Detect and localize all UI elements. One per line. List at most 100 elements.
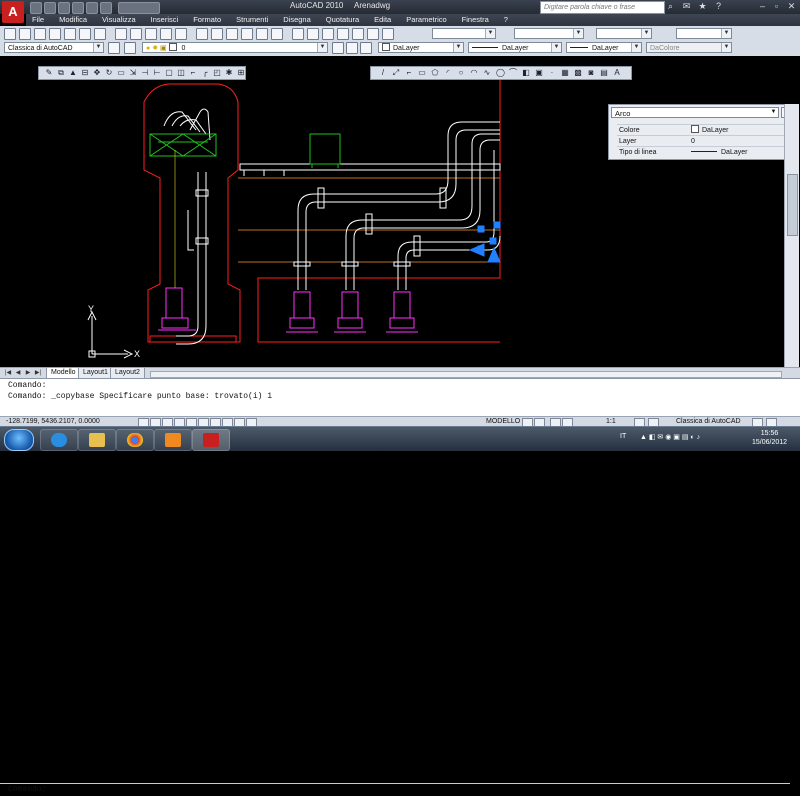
paste-icon[interactable]	[145, 28, 157, 40]
start-button[interactable]	[4, 429, 34, 451]
taskbar-app-outlook[interactable]	[154, 429, 192, 451]
move-icon[interactable]: ✥	[93, 69, 101, 77]
lengthen-icon[interactable]: ⊞	[237, 69, 245, 77]
new-icon[interactable]	[4, 28, 16, 40]
revision-cloud-icon[interactable]: ◠	[470, 69, 478, 77]
sheet-set-icon[interactable]	[337, 28, 349, 40]
publish-icon[interactable]	[79, 28, 91, 40]
cut-icon[interactable]	[115, 28, 127, 40]
scrollbar-thumb[interactable]	[787, 174, 798, 236]
menu-item[interactable]: Inserisci	[136, 14, 179, 26]
line-icon[interactable]: /	[379, 69, 387, 77]
pan-icon[interactable]	[226, 28, 238, 40]
workspace-settings-icon[interactable]	[108, 42, 120, 54]
taskbar-app-chrome[interactable]	[116, 429, 154, 451]
vertical-scrollbar[interactable]	[784, 104, 799, 367]
command-input[interactable]: Comando:	[0, 783, 790, 796]
construction-line-icon[interactable]: ⤢	[392, 69, 400, 77]
redo-icon[interactable]	[86, 2, 98, 14]
tray-icons[interactable]: ▲ ◧ ✉ ◉ ▣ ▤ ◐ ♪	[640, 433, 700, 441]
layer-properties-icon[interactable]	[124, 42, 136, 54]
undo-icon[interactable]	[72, 2, 84, 14]
menu-item[interactable]: Edita	[359, 14, 391, 26]
style-select[interactable]: ▼	[596, 28, 652, 39]
tool-palettes-icon[interactable]	[322, 28, 334, 40]
gradient-icon[interactable]: ▩	[574, 69, 582, 77]
trim-icon[interactable]: ⊣	[141, 69, 149, 77]
property-row-linetype[interactable]: Tipo di linea DaLayer	[617, 146, 791, 158]
plotstyle-select[interactable]: DaColore ▼	[646, 42, 732, 53]
fillet-icon[interactable]: ╭	[201, 69, 209, 77]
language-indicator[interactable]: IT	[620, 433, 626, 440]
workspace-select[interactable]: Classica di AutoCAD ▼	[4, 42, 104, 53]
style-select[interactable]: ▼	[676, 28, 732, 39]
chamfer-icon[interactable]: ⌐	[189, 69, 197, 77]
save-icon[interactable]	[34, 28, 46, 40]
style-select[interactable]: ▼	[514, 28, 584, 39]
block-editor-icon[interactable]	[175, 28, 187, 40]
offset-icon[interactable]: ⊟	[81, 69, 89, 77]
horizontal-scrollbar[interactable]	[150, 371, 782, 378]
table-icon[interactable]: ▤	[600, 69, 608, 77]
undo-icon[interactable]	[196, 28, 208, 40]
hatch-icon[interactable]: ▦	[561, 69, 569, 77]
favorites-icon[interactable]: ★	[696, 1, 709, 12]
mirror-icon[interactable]: ▲	[69, 69, 77, 77]
autocad-logo-icon[interactable]: A	[2, 1, 24, 23]
array-icon[interactable]: ▭	[117, 69, 125, 77]
insert-block-icon[interactable]: ◧	[522, 69, 530, 77]
markup-icon[interactable]	[352, 28, 364, 40]
new-icon[interactable]	[30, 2, 42, 14]
make-current-layer-icon[interactable]	[332, 42, 344, 54]
layer-select[interactable]: ● ✹ ▣ 0 ▼	[142, 42, 328, 53]
taskbar-app-explorer[interactable]	[78, 429, 116, 451]
zoom-realtime-icon[interactable]	[241, 28, 253, 40]
menu-item[interactable]: Strumenti	[221, 14, 268, 26]
match-properties-icon[interactable]	[160, 28, 172, 40]
circle-icon[interactable]: ○	[457, 69, 465, 77]
make-block-icon[interactable]: ▣	[535, 69, 543, 77]
system-clock[interactable]: 15:56 15/06/2012	[752, 429, 787, 447]
help-icon[interactable]	[382, 28, 394, 40]
redo-icon[interactable]	[211, 28, 223, 40]
layer-state-icon[interactable]	[360, 42, 372, 54]
menu-item[interactable]: Modifica	[44, 14, 87, 26]
help-search-input[interactable]: Digitare parola chiave o frase	[540, 1, 665, 14]
break-icon[interactable]: ▢	[165, 69, 173, 77]
plot-icon[interactable]	[49, 28, 61, 40]
minimize-button[interactable]: –	[756, 1, 769, 12]
object-type-select[interactable]: Arco ▼	[611, 107, 779, 118]
maximize-button[interactable]: ▫	[770, 1, 783, 12]
rectangle-icon[interactable]: ▭	[418, 69, 426, 77]
open-icon[interactable]	[19, 28, 31, 40]
last-tab-icon[interactable]: ▶|	[34, 369, 42, 377]
next-tab-icon[interactable]: ▶	[24, 369, 32, 377]
layer-previous-icon[interactable]	[346, 42, 358, 54]
drawing-area[interactable]: Y X ✎ ⧉ ▲ ⊟ ✥ ↻ ▭ ⇲ ⊣ ⊢ ▢ ◫ ⌐ ╭ ◰ ✱ ⊞ / ⤢ ⌐ ▭ ⬠ ◜ ○ ◠ ∿ ◯ ⌒ ◧ ▣ · ▦ ▩ ◙ ▤…	[0, 56, 800, 367]
region-icon[interactable]: ◙	[587, 69, 595, 77]
rotate-icon[interactable]: ↻	[105, 69, 113, 77]
stretch-icon[interactable]: ✱	[225, 69, 233, 77]
workspace-switch-icon[interactable]	[118, 2, 160, 14]
style-select[interactable]: ▼	[432, 28, 496, 39]
copy-icon[interactable]	[130, 28, 142, 40]
polygon-icon[interactable]: ⬠	[431, 69, 439, 77]
save-icon[interactable]	[58, 2, 70, 14]
plot-icon[interactable]	[100, 2, 112, 14]
menu-item[interactable]: Visualizza	[87, 14, 136, 26]
copy-icon[interactable]: ⧉	[57, 69, 65, 77]
extend-icon[interactable]: ⊢	[153, 69, 161, 77]
linetype-select[interactable]: DaLayer ▼	[468, 42, 562, 53]
first-tab-icon[interactable]: |◀	[4, 369, 12, 377]
ellipse-icon[interactable]: ◯	[496, 69, 505, 77]
menu-item[interactable]: Parametrico	[391, 14, 446, 26]
menu-item[interactable]: Quotatura	[311, 14, 359, 26]
quickcalc-icon[interactable]	[367, 28, 379, 40]
point-icon[interactable]: ·	[548, 69, 556, 77]
ellipse-arc-icon[interactable]: ⌒	[509, 69, 517, 77]
plot-preview-icon[interactable]	[64, 28, 76, 40]
search-icon[interactable]: ⌕	[664, 1, 677, 12]
menu-item[interactable]: Finestra	[447, 14, 489, 26]
polyline-icon[interactable]: ⌐	[405, 69, 413, 77]
menu-item[interactable]: Disegna	[268, 14, 311, 26]
